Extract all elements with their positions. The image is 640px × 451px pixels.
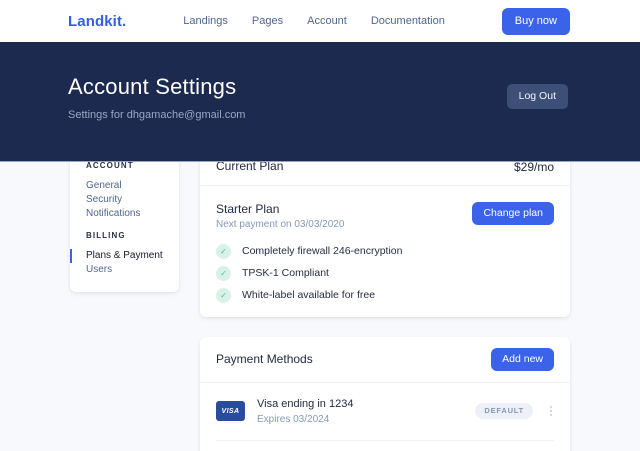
more-options-icon[interactable] [548, 404, 554, 418]
settings-sidebar: ACCOUNT General Security Notifications B… [70, 148, 179, 292]
hero-banner: Account Settings Settings for dhgamache@… [0, 42, 640, 162]
sidebar-item-users[interactable]: Users [70, 263, 179, 277]
content-area: ACCOUNT General Security Notifications B… [70, 148, 570, 451]
payment-methods-card: Payment Methods Add new VISA Visa ending… [200, 337, 570, 451]
plan-name: Starter Plan [216, 202, 344, 216]
sidebar-group-account: ACCOUNT General Security Notifications [70, 161, 179, 221]
list-item: TPSK-1 Compliant [216, 266, 554, 281]
feature-label: White-label available for free [242, 288, 375, 303]
nav-links: Landings Pages Account Documentation [126, 15, 501, 27]
next-payment-label: Next payment on 03/03/2020 [216, 220, 344, 230]
nav-link-landings[interactable]: Landings [183, 15, 228, 27]
check-icon [216, 288, 231, 303]
sidebar-group-billing: BILLING Plans & Payment Users [70, 231, 179, 277]
current-plan-card: Current Plan $29/mo Starter Plan Next pa… [200, 148, 570, 317]
check-icon [216, 244, 231, 259]
sidebar-item-general[interactable]: General [70, 179, 179, 193]
nav-link-documentation[interactable]: Documentation [371, 15, 445, 27]
brand-logo[interactable]: Landkit. [68, 13, 126, 30]
list-item: White-label available for free [216, 288, 554, 303]
list-item: Completely firewall 246-encryption [216, 244, 554, 259]
sidebar-heading-billing: BILLING [70, 231, 179, 241]
sidebar-item-plans-payment[interactable]: Plans & Payment [70, 249, 179, 263]
settings-main: Current Plan $29/mo Starter Plan Next pa… [200, 148, 570, 451]
status-badge: DEFAULT [475, 403, 533, 419]
payment-card-info: Visa ending in 1234 Expires 03/2024 [257, 398, 353, 425]
plan-summary-row: Starter Plan Next payment on 03/03/2020 … [216, 202, 554, 230]
add-new-button[interactable]: Add new [491, 348, 554, 371]
table-row: VISA Visa ending in 1234 Expires 03/2024… [200, 383, 570, 440]
payment-methods-title: Payment Methods [216, 352, 313, 367]
page-subtitle: Settings for dhgamache@gmail.com [68, 109, 568, 121]
page-title: Account Settings [68, 74, 568, 100]
plan-features-list: Completely firewall 246-encryption TPSK-… [216, 244, 554, 303]
payment-card-expiry: Expires 03/2024 [257, 414, 353, 425]
sidebar-item-security[interactable]: Security [70, 193, 179, 207]
sidebar-heading-account: ACCOUNT [70, 161, 179, 171]
check-icon [216, 266, 231, 281]
nav-link-pages[interactable]: Pages [252, 15, 283, 27]
feature-label: TPSK-1 Compliant [242, 266, 329, 281]
buy-now-button[interactable]: Buy now [502, 8, 570, 35]
visa-card-icon: VISA [216, 401, 245, 421]
sidebar-item-notifications[interactable]: Notifications [70, 207, 179, 221]
change-plan-button[interactable]: Change plan [472, 202, 554, 225]
feature-label: Completely firewall 246-encryption [242, 244, 403, 259]
payment-methods-header: Payment Methods Add new [200, 337, 570, 383]
table-row: Mastercard ending in 1234 [200, 441, 570, 451]
plan-summary: Starter Plan Next payment on 03/03/2020 [216, 202, 344, 230]
logout-button[interactable]: Log Out [507, 84, 568, 109]
payment-card-name: Visa ending in 1234 [257, 398, 353, 411]
top-navbar: Landkit. Landings Pages Account Document… [0, 0, 640, 42]
current-plan-body: Starter Plan Next payment on 03/03/2020 … [200, 186, 570, 317]
nav-link-account[interactable]: Account [307, 15, 347, 27]
